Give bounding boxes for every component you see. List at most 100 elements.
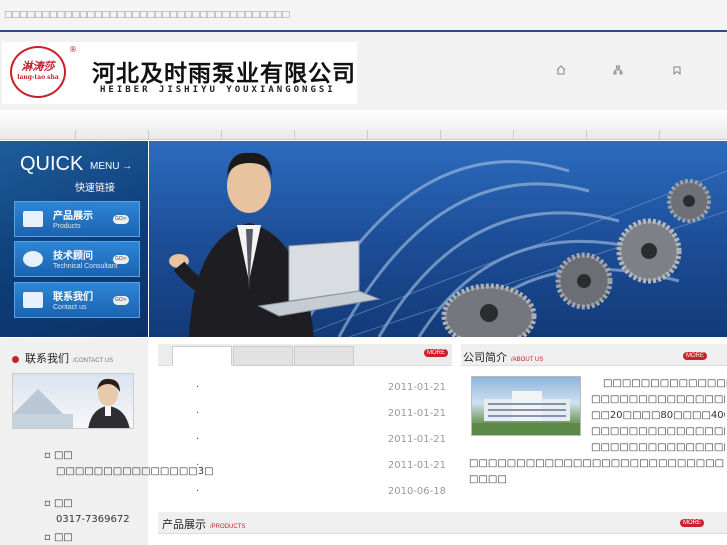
quick-link-products[interactable]: 产品展示 Products GO> (14, 201, 140, 237)
businessman-image (169, 152, 381, 337)
nav-separator (148, 130, 149, 140)
home-icon[interactable] (555, 65, 567, 77)
company-name-en: HEIBER JISHIYU YOUXIANGONGSI (100, 85, 336, 95)
contact-title: 联系我们 (25, 352, 69, 365)
main-nav (0, 110, 727, 140)
about-header: 公司简介/ABOUT US MORE (461, 344, 727, 366)
products-title: 产品展示 (162, 518, 206, 531)
news-item[interactable]: · 2011-01-21 (196, 408, 450, 422)
bullet-icon (12, 355, 19, 363)
products-heading: 产品展示/PRODUCTS (162, 516, 245, 532)
header: 淋涛莎 lang-tao sha ® 河北及时雨泵业有限公司 HEIBER JI… (0, 32, 727, 110)
about-text-line4: □□□□□□□□□□□□□□□□□□□□□ (591, 426, 725, 437)
bookmark-icon[interactable] (671, 65, 683, 77)
nav-separator (221, 130, 222, 140)
address-label: □□ (53, 450, 73, 461)
fax-label: □□ (53, 532, 73, 543)
news-date: 2011-01-21 (387, 382, 446, 393)
nav-separator (367, 130, 368, 140)
news-tab-3[interactable] (294, 346, 354, 366)
news-bullet: · (196, 460, 200, 471)
quick-link-contact[interactable]: 联系我们 Contact us GO> (14, 282, 140, 318)
nav-separator (440, 130, 441, 140)
about-heading: 公司简介/ABOUT US (463, 349, 543, 365)
quick-link-label: 技术顾问 (53, 251, 93, 262)
news-item[interactable]: · 2011-01-21 (196, 434, 450, 448)
registered-mark: ® (69, 45, 77, 54)
quick-link-sublabel: Technical Consultant (53, 263, 118, 270)
quick-link-label: 产品展示 (53, 211, 93, 222)
nav-separator (513, 130, 514, 140)
banner-illustration (169, 152, 727, 337)
address-label-row: ▫ □□ (44, 450, 73, 461)
go-button[interactable]: GO> (113, 296, 129, 305)
quick-link-sublabel: Products (53, 223, 81, 230)
nav-separator (586, 130, 587, 140)
page: □□□□□□□□□□□□□□□□□□□□□□□□□□□□□□□□□□□□□□ 淋… (0, 0, 727, 545)
about-panel: 公司简介/ABOUT US MORE □□□□□□□□□□□□□ □□□□□□□□… (461, 344, 727, 504)
go-button[interactable]: GO> (113, 215, 129, 224)
contact-heading: 联系我们/CONTACT US (12, 350, 113, 366)
consultant-icon (23, 251, 43, 267)
quick-menu-title: QUICK (20, 153, 84, 175)
news-bullet: · (196, 408, 200, 419)
nav-separator (294, 130, 295, 140)
products-more-button[interactable]: MORE (680, 519, 704, 527)
contact-title-en: /CONTACT US (73, 358, 114, 364)
news-date: 2011-01-21 (387, 408, 446, 419)
news-bullet: · (196, 486, 200, 497)
about-title: 公司简介 (463, 351, 507, 364)
about-text-line1: □□□□□□□□□□□□□□□□□□□□□ (603, 378, 727, 389)
about-text-line7: □□□□ (469, 474, 507, 485)
news-date: 2011-01-21 (387, 460, 446, 471)
news-bullet: · (196, 434, 200, 445)
about-text-line6: □□□□□□□□□□□□□□□□□□□□□□□□□□□□□□□□□□□□ (469, 458, 725, 469)
fax-label-row: ▫ □□ (44, 532, 73, 543)
logo-seal-text: 淋涛莎 (21, 60, 55, 73)
about-title-en: /ABOUT US (511, 357, 544, 363)
products-header: 产品展示/PRODUCTS MORE (158, 512, 727, 534)
sitemap-icon[interactable] (612, 65, 624, 77)
top-strip: □□□□□□□□□□□□□□□□□□□□□□□□□□□□□□□□□□□□□□ (0, 0, 727, 30)
nav-separator (75, 130, 76, 140)
news-bullet: · (196, 382, 200, 393)
news-tabs: MORE (158, 344, 452, 366)
news-item[interactable]: · 2011-01-21 (196, 382, 450, 396)
logo-pinyin: lang-tao sha (17, 74, 59, 81)
address-value: □□□□□□□□□□□□□□□3□ (56, 466, 214, 477)
about-text-line5: □□□□□□□□□□□□□□□□□□□□□ (591, 442, 725, 453)
contact-photo (12, 373, 134, 429)
news-tab-2[interactable] (233, 346, 293, 366)
news-item[interactable]: · 2010-06-18 (196, 486, 450, 500)
news-tab-1[interactable] (172, 346, 232, 366)
logo[interactable]: 淋涛莎 lang-tao sha ® 河北及时雨泵业有限公司 HEIBER JI… (2, 42, 357, 104)
news-date: 2011-01-21 (387, 434, 446, 445)
phone-value: 0317-7369672 (56, 514, 130, 525)
news-more-button[interactable]: MORE (424, 349, 448, 357)
quick-link-label: 联系我们 (53, 292, 93, 303)
quick-menu-subtitle: 快速链接 (75, 183, 115, 194)
phone-label-row: ▫ □□ (44, 498, 73, 509)
nav-separator (659, 130, 660, 140)
contact-panel: 联系我们/CONTACT US ▫ □□ □□□□□□□□□□□□□□□3□ ▫… (0, 338, 214, 545)
news-item[interactable]: · 2011-01-21 (196, 460, 450, 474)
mail-icon (23, 292, 43, 308)
company-building-photo (471, 376, 581, 436)
news-date: 2010-06-18 (387, 486, 446, 497)
about-text-line2: □□□□□□□□□□□□□□□□□□□□□ (591, 394, 725, 405)
quick-menu-label: MENU → (90, 161, 133, 172)
products-title-en: /PRODUCTS (210, 524, 246, 530)
go-button[interactable]: GO> (113, 255, 129, 264)
about-text-line3: □□20□□□□80□□□□400□□□□□ (591, 410, 725, 421)
quick-link-sublabel: Contact us (53, 304, 87, 311)
hero-banner (149, 141, 727, 337)
products-icon (23, 211, 43, 227)
marquee-text: □□□□□□□□□□□□□□□□□□□□□□□□□□□□□□□□□□□□□□ (4, 10, 290, 20)
quick-link-consultant[interactable]: 技术顾问 Technical Consultant GO> (14, 241, 140, 277)
phone-label: □□ (53, 498, 73, 509)
news-panel: MORE · 2011-01-21 · 2011-01-21 · 2011-01… (158, 344, 452, 504)
logo-seal-icon: 淋涛莎 lang-tao sha (10, 46, 66, 98)
company-name-cn: 河北及时雨泵业有限公司 (92, 61, 356, 87)
quick-menu: QUICK MENU → 快速链接 产品展示 Products GO> 技术顾问… (0, 141, 148, 337)
about-more-button[interactable]: MORE (683, 352, 707, 360)
